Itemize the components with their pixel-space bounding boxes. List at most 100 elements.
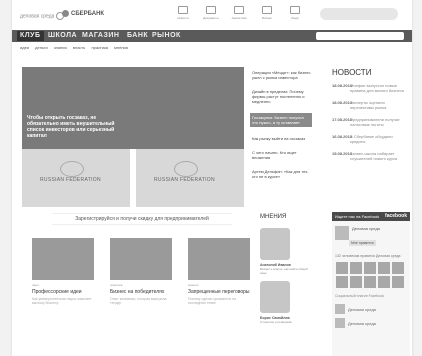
chart-icon[interactable]: Аналитика <box>228 6 250 20</box>
subnav-item[interactable]: мнения <box>114 45 128 50</box>
opinions-title: МНЕНИЯ <box>260 214 287 220</box>
subnav-item[interactable]: практика <box>91 45 108 50</box>
document-icon[interactable]: Документы <box>200 6 222 20</box>
mini-text: Деловая среда <box>348 306 376 312</box>
delovaya-sreda-logo[interactable]: деловая среда <box>20 12 65 20</box>
article-card[interactable]: мнения Запрещенные переговоры Почему сде… <box>188 238 250 305</box>
facebook-likes-text: 132 человекам нравится Деловая среда <box>335 254 401 258</box>
news-text[interactable]: Предприниматели получат налоговые льготы <box>350 117 408 127</box>
article-image[interactable] <box>32 238 94 280</box>
subnav-item[interactable]: власть <box>73 45 86 50</box>
hero-thumb-right[interactable]: RUSSIAN FEDERATION <box>136 149 244 207</box>
sberbank-logo-text: СБЕРБАНК <box>71 11 105 18</box>
opinion-text[interactable]: О налогах и реформах <box>260 320 310 324</box>
nav-item-bank[interactable]: БАНК <box>127 31 148 41</box>
article-image[interactable] <box>110 238 172 280</box>
fan-avatar[interactable] <box>336 276 348 288</box>
news-date: 16.08.2013 <box>332 134 353 139</box>
fan-avatar[interactable] <box>364 276 376 288</box>
hero-image[interactable]: Чтобы открыть госзаказ, не обязательно и… <box>22 67 244 149</box>
facebook-find-us: Ищите нас на Facebook <box>335 214 380 219</box>
facebook-mini-item[interactable]: Деловая среда <box>335 318 407 328</box>
avatar[interactable] <box>260 281 290 313</box>
top-icon-label: Документы <box>203 16 219 20</box>
fan-avatar[interactable] <box>364 262 376 274</box>
avatar[interactable] <box>260 228 290 260</box>
news-item[interactable]: 18.08.2013 Минфин выпустил новые правила … <box>332 83 408 93</box>
article-tag[interactable]: мнения <box>188 283 250 287</box>
subnav-item[interactable]: идеи <box>20 45 29 50</box>
chart-icon-glyph <box>234 6 244 14</box>
news-link[interactable]: Как рынку выйти на госзаказ <box>252 136 312 141</box>
facebook-page-info: Деловая среда Мне нравится <box>335 226 407 249</box>
hero-slider[interactable]: Чтобы открыть госзаказ, не обязательно и… <box>22 67 244 207</box>
article-title[interactable]: Бизнес на победителях <box>110 289 172 295</box>
top-icon-label: Бизнес <box>262 16 272 20</box>
nav-item-shop[interactable]: МАГАЗИН <box>82 31 119 41</box>
article-image[interactable] <box>188 238 250 280</box>
news-item[interactable]: 17.08.2013 Предприниматели получат налого… <box>332 117 408 127</box>
document-icon-glyph <box>206 6 216 14</box>
nav-item-school[interactable]: ШКОЛА <box>48 31 77 41</box>
page: деловая среда СБЕРБАНК Новости Документы… <box>12 0 412 356</box>
people-icon[interactable]: Люди <box>284 6 306 20</box>
subnav-item[interactable]: деньги <box>35 45 48 50</box>
news-link[interactable]: С чего начать: Кто ищет вложения <box>252 150 312 160</box>
article-tag[interactable]: практика <box>110 283 172 287</box>
fan-avatar[interactable] <box>378 276 390 288</box>
sberbank-logo-icon <box>62 10 69 17</box>
subnav-item[interactable]: знания <box>54 45 67 50</box>
nav-item-market[interactable]: РЫНОК <box>152 31 181 41</box>
briefcase-icon-glyph <box>262 6 272 14</box>
news-item[interactable]: 18.08.2013 Эксперты оценили перспективы р… <box>332 100 408 110</box>
nav-item-club[interactable]: КЛУБ <box>17 31 44 41</box>
emblem-icon <box>174 161 198 177</box>
login-panel[interactable] <box>320 8 398 20</box>
briefcase-icon[interactable]: Бизнес <box>256 6 278 20</box>
news-link[interactable]: Дизайн в пределах: Почему фирмы растут п… <box>252 89 312 104</box>
fan-avatar[interactable] <box>392 276 404 288</box>
logo-text: деловая среда <box>20 13 55 20</box>
news-text[interactable]: В Сбербанке обсудили кредиты <box>350 134 408 144</box>
top-icon-label: Новости <box>177 16 189 20</box>
fan-avatar[interactable] <box>350 276 362 288</box>
news-text[interactable]: Эксперты оценили перспективы рынка <box>350 100 408 110</box>
top-icon-label: Люди <box>291 16 299 20</box>
opinion-text[interactable]: Бизнес и власть: как найти общий язык <box>260 267 310 275</box>
hero-caption[interactable]: Чтобы открыть госзаказ, не обязательно и… <box>27 115 122 139</box>
article-tag[interactable]: идеи <box>32 283 94 287</box>
article-card[interactable]: практика Бизнес на победителях Опыт комп… <box>110 238 172 305</box>
newspaper-icon[interactable]: Новости <box>172 6 194 20</box>
facebook-page-name[interactable]: Деловая среда <box>352 226 380 231</box>
news-text[interactable]: Бизнес-школа набирает слушателей нового … <box>350 151 408 161</box>
news-text[interactable]: Минфин выпустил новые правила для малого… <box>350 83 408 93</box>
page-thumbnail[interactable] <box>335 226 349 240</box>
news-date: 17.08.2013 <box>332 117 353 122</box>
fan-avatar[interactable] <box>336 262 348 274</box>
novosti-title: НОВОСТИ <box>332 68 372 77</box>
article-text: Опыт компании, которая выиграла тендер <box>110 297 167 305</box>
promo-banner[interactable]: Зарегистрируйся и получи скидку для пред… <box>52 213 232 225</box>
facebook-logo[interactable]: facebook <box>385 212 407 221</box>
fan-avatar[interactable] <box>392 262 404 274</box>
news-link[interactable]: Артем Дельфин: «Как для тех, кто не в ку… <box>252 169 312 179</box>
news-item[interactable]: 16.08.2013 В Сбербанке обсудили кредиты <box>332 134 408 144</box>
opinions-panel: МНЕНИЯ Анатолий Иванов Бизнес и власть: … <box>260 214 310 324</box>
article-title[interactable]: Запрещенные переговоры <box>188 289 250 295</box>
article-card[interactable]: идеи Профессорские идеи Как университетс… <box>32 238 94 305</box>
search-input[interactable] <box>316 32 404 40</box>
sub-nav: идеи деньги знания власть практика мнени… <box>20 45 133 50</box>
top-icon-label: Аналитика <box>231 16 247 20</box>
news-item[interactable]: 15.08.2013 Бизнес-школа набирает слушател… <box>332 151 408 161</box>
like-button[interactable]: Мне нравится <box>349 240 376 246</box>
fan-avatar[interactable] <box>350 262 362 274</box>
article-title[interactable]: Профессорские идеи <box>32 289 94 295</box>
facebook-widget: Ищите нас на Facebook facebook Деловая ср… <box>332 212 410 356</box>
hero-thumb-left[interactable]: RUSSIAN FEDERATION <box>22 149 130 207</box>
sberbank-logo[interactable]: СБЕРБАНК <box>62 10 104 17</box>
fan-avatar[interactable] <box>378 262 390 274</box>
news-link[interactable]: Операция «Мецце»: как бизнес ушел с рынк… <box>252 70 312 80</box>
facebook-mini-item[interactable]: Деловая среда <box>335 304 407 314</box>
news-link-active[interactable]: Госзакупки: Бизнес получил что нужно, а … <box>250 113 312 127</box>
emblem-icon <box>60 161 84 177</box>
